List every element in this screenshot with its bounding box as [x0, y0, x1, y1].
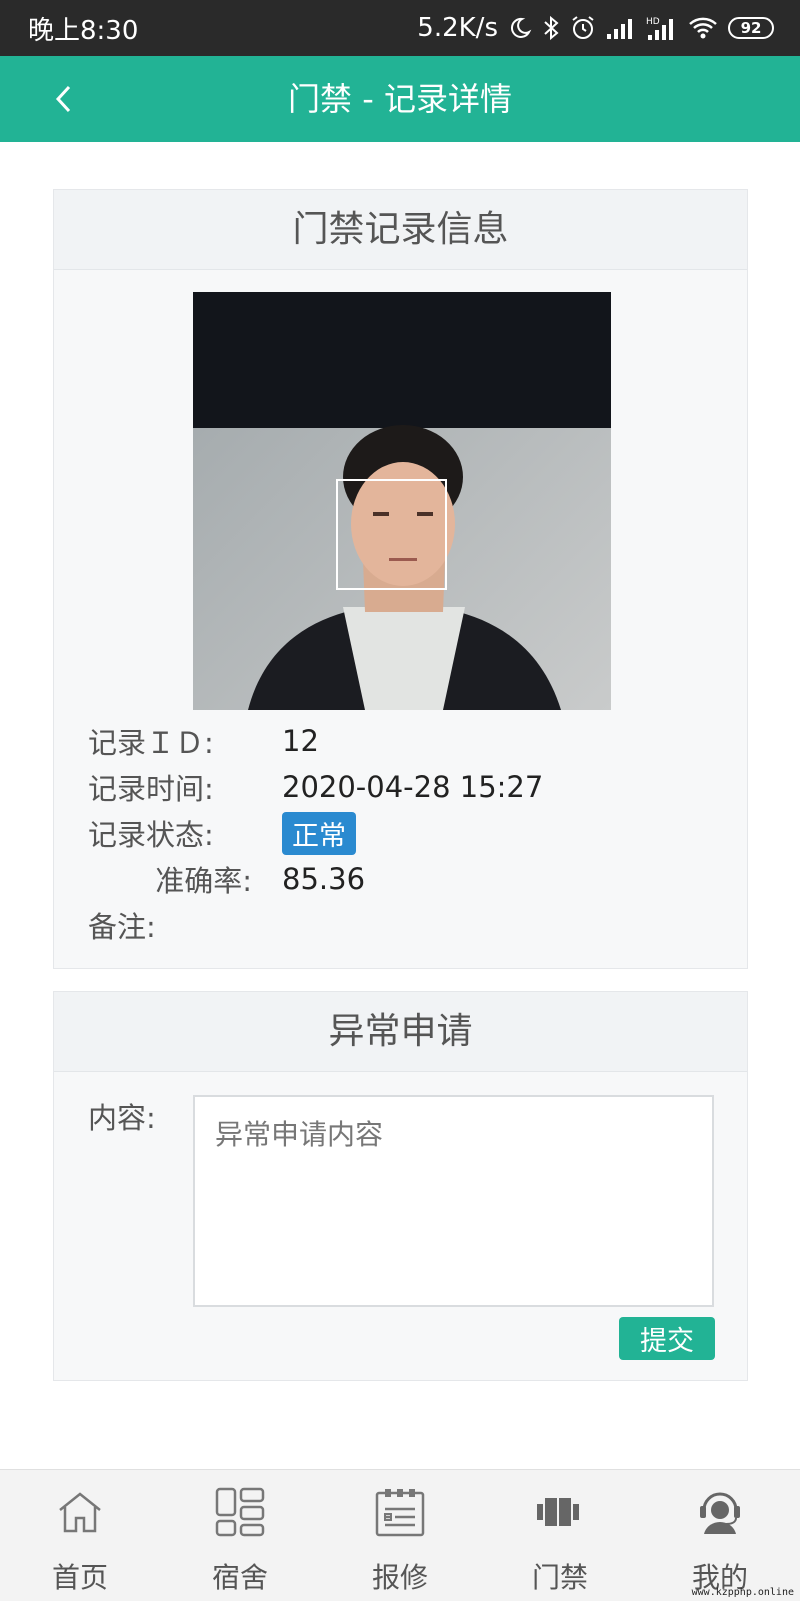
battery-level: 92 [740, 19, 762, 37]
tab-door-access[interactable]: 门禁 [480, 1470, 640, 1601]
status-time: 晚上8:30 [28, 15, 139, 46]
watermark: www.kzpphp.online [691, 1587, 794, 1598]
bluetooth-icon [544, 15, 559, 41]
remark-row: 备注: [88, 903, 282, 947]
record-id-label: 记录ＩＤ: [88, 726, 214, 760]
back-button[interactable] [36, 56, 92, 142]
face-capture-photo [193, 292, 611, 710]
svg-text:HD: HD [646, 17, 660, 27]
signal-icon [607, 19, 632, 39]
appeal-card-title: 异常申请 [54, 992, 747, 1072]
record-card-title: 门禁记录信息 [54, 190, 747, 270]
profile-icon [692, 1484, 748, 1540]
tab-home-label: 首页 [51, 1561, 108, 1594]
alarm-icon [572, 16, 594, 39]
repair-icon [372, 1484, 428, 1540]
tab-door-access-label: 门禁 [531, 1561, 588, 1594]
record-info-card: 门禁记录信息 记录ＩＤ: 12 记录时间: 2020-04-28 15:27 记… [53, 189, 748, 969]
accuracy-row: 准确率: 85.36 [88, 857, 365, 901]
tab-repair-label: 报修 [371, 1561, 428, 1594]
submit-button[interactable]: 提交 [619, 1317, 715, 1360]
remark-label: 备注: [88, 910, 156, 944]
record-time-value: 2020-04-28 15:27 [282, 770, 544, 804]
accuracy-value: 85.36 [282, 862, 366, 896]
record-id-value: 12 [282, 724, 319, 758]
accuracy-label: 准确率: [155, 864, 252, 898]
appeal-content-textarea[interactable] [193, 1095, 714, 1307]
net-speed: 5.2K/s [417, 13, 498, 43]
home-icon [52, 1484, 108, 1540]
portrait-image [193, 292, 611, 710]
hd-signal-icon: HD [646, 17, 673, 40]
record-status-label: 记录状态: [88, 818, 214, 852]
record-time-row: 记录时间: 2020-04-28 15:27 [88, 765, 543, 809]
tab-dormitory-label: 宿舍 [211, 1561, 268, 1594]
battery-icon: 92 [728, 17, 774, 39]
page-title: 门禁 - 记录详情 [288, 80, 512, 118]
app-header: 门禁 - 记录详情 [0, 56, 800, 142]
tab-profile[interactable]: 我的 [640, 1470, 800, 1601]
record-status-row: 记录状态: 正常 [88, 811, 356, 855]
tab-home[interactable]: 首页 [0, 1470, 160, 1601]
status-badge: 正常 [282, 811, 356, 855]
status-bar: 晚上8:30 5.2K/s HD 92 [0, 0, 800, 56]
wifi-icon [689, 17, 717, 39]
record-id-row: 记录ＩＤ: 12 [88, 719, 319, 763]
bottom-tab-bar: 首页 宿舍 报修 门禁 我的 [0, 1469, 800, 1601]
chevron-left-icon [55, 85, 71, 113]
status-icons: 5.2K/s HD 92 [417, 13, 774, 43]
record-time-label: 记录时间: [88, 772, 214, 806]
dormitory-icon [212, 1484, 268, 1540]
moon-icon [510, 17, 532, 38]
door-access-icon [532, 1484, 588, 1540]
appeal-card: 异常申请 内容: 提交 [53, 991, 748, 1381]
tab-repair[interactable]: 报修 [320, 1470, 480, 1601]
tab-dormitory[interactable]: 宿舍 [160, 1470, 320, 1601]
content-label: 内容: [88, 1101, 156, 1135]
